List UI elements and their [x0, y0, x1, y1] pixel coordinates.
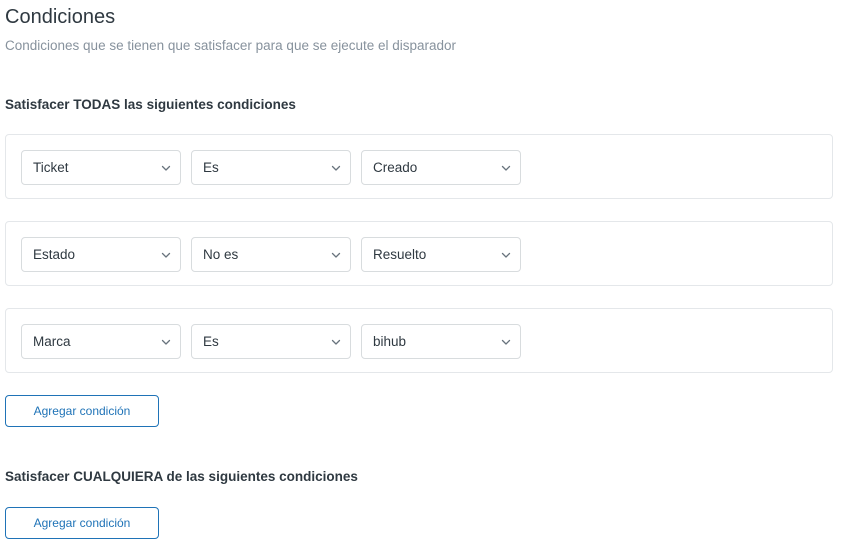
chevron-down-icon	[501, 339, 511, 345]
conditions-panel: Condiciones Condiciones que se tienen qu…	[0, 0, 864, 555]
page-subtitle: Condiciones que se tienen que satisfacer…	[5, 38, 457, 53]
condition-value-select[interactable]: Resuelto	[361, 237, 521, 272]
selected-value: Estado	[33, 247, 76, 262]
condition-row: Estado No es Resuelto	[5, 221, 833, 286]
condition-field-select[interactable]: Estado	[21, 237, 181, 272]
condition-operator-select[interactable]: Es	[191, 324, 351, 359]
selected-value: bihub	[373, 334, 407, 349]
chevron-down-icon	[501, 252, 511, 258]
condition-row: Ticket Es Creado	[5, 134, 833, 199]
chevron-down-icon	[501, 165, 511, 171]
chevron-down-icon	[331, 339, 341, 345]
all-conditions-heading: Satisfacer TODAS las siguientes condicio…	[5, 97, 296, 112]
any-conditions-heading: Satisfacer CUALQUIERA de las siguientes …	[5, 469, 358, 484]
selected-value: Es	[203, 160, 219, 175]
selected-value: Creado	[373, 160, 418, 175]
add-any-condition-button[interactable]: Agregar condición	[5, 507, 159, 539]
selected-value: Marca	[33, 334, 71, 349]
chevron-down-icon	[331, 165, 341, 171]
chevron-down-icon	[331, 252, 341, 258]
selected-value: Resuelto	[373, 247, 427, 262]
condition-field-select[interactable]: Marca	[21, 324, 181, 359]
selected-value: Es	[203, 334, 219, 349]
condition-operator-select[interactable]: No es	[191, 237, 351, 272]
condition-value-select[interactable]: Creado	[361, 150, 521, 185]
chevron-down-icon	[161, 252, 171, 258]
add-all-condition-button[interactable]: Agregar condición	[5, 395, 159, 427]
page-title: Condiciones	[5, 6, 116, 28]
condition-field-select[interactable]: Ticket	[21, 150, 181, 185]
selected-value: Ticket	[33, 160, 69, 175]
chevron-down-icon	[161, 339, 171, 345]
chevron-down-icon	[161, 165, 171, 171]
selected-value: No es	[203, 247, 239, 262]
condition-value-select[interactable]: bihub	[361, 324, 521, 359]
condition-row: Marca Es bihub	[5, 308, 833, 373]
condition-operator-select[interactable]: Es	[191, 150, 351, 185]
